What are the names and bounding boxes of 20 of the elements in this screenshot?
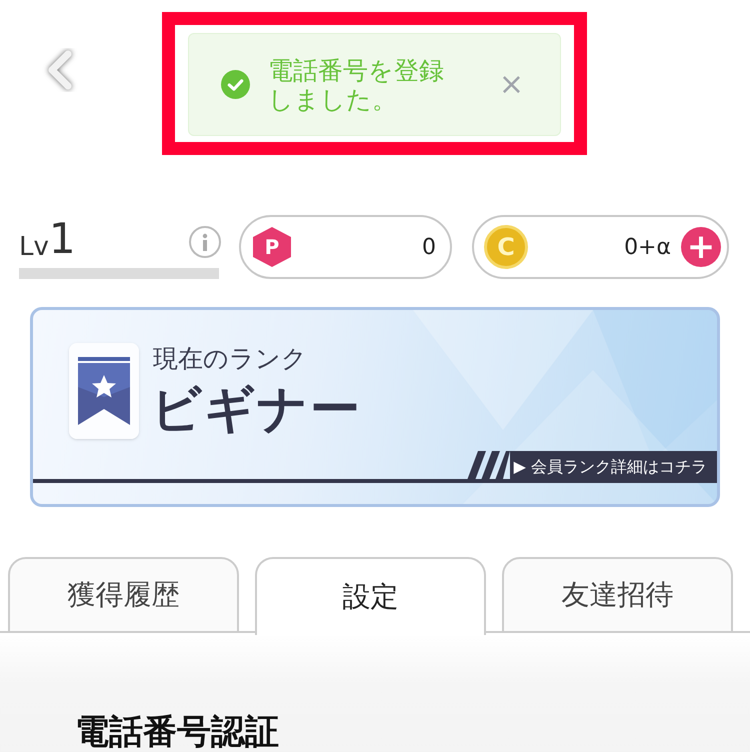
tab[interactable]: 友達招待 [502, 557, 733, 633]
check-icon [221, 70, 250, 99]
coins-value: 0+α [624, 234, 671, 262]
tab[interactable]: 獲得履歴 [8, 557, 239, 633]
rank-caption: 現在のランク [153, 343, 307, 375]
rank-banner[interactable]: 現在のランク ビギナー ▶ 会員ランク詳細はコチラ [30, 307, 720, 507]
level-label: Lv [19, 234, 49, 260]
ribbon-star-icon [78, 357, 130, 425]
toast-message: 電話番号を登録しました。 [268, 56, 445, 114]
add-coins-button[interactable]: + [681, 227, 721, 267]
info-icon[interactable] [189, 226, 221, 258]
rank-name: ビギナー [151, 379, 362, 440]
points-badge: P [253, 227, 291, 267]
tab[interactable]: 設定 [255, 557, 486, 635]
coin-badge: C [484, 225, 528, 269]
section-heading: 電話番号認証 [75, 715, 280, 749]
level-value: 1 [48, 218, 76, 260]
points-value: 0 [422, 234, 437, 262]
coins-pill[interactable]: C 0+α + [472, 215, 729, 279]
points-pill[interactable]: P 0 [239, 215, 452, 279]
